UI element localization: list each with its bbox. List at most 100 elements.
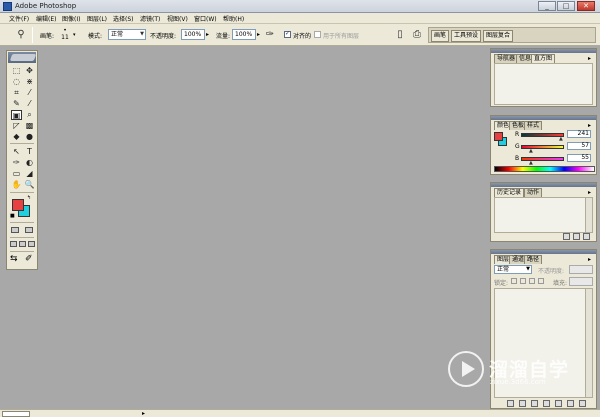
mode-select[interactable]: 正常 ▼ bbox=[108, 29, 146, 40]
flow-arrow-icon[interactable]: ▸ bbox=[257, 31, 260, 38]
jump-to-imageready-icon[interactable]: ⇆ bbox=[10, 254, 18, 264]
brush-picker[interactable]: • 11 bbox=[58, 27, 72, 43]
slider-g-track[interactable] bbox=[521, 145, 564, 149]
fill-input[interactable] bbox=[569, 277, 593, 286]
menu-view[interactable]: 视图(V) bbox=[167, 14, 188, 23]
screen-mode-full-menu-icon[interactable] bbox=[19, 241, 26, 247]
new-document-icon[interactable] bbox=[573, 233, 580, 240]
crop-tool-icon[interactable]: ⌗ bbox=[11, 88, 22, 98]
tab-navigator[interactable]: 导航器 bbox=[494, 54, 519, 63]
opacity-input[interactable]: 100% bbox=[181, 29, 205, 40]
magic-wand-tool-icon[interactable]: ⋇ bbox=[24, 77, 35, 87]
panel-grip[interactable] bbox=[491, 49, 596, 53]
link-layers-icon[interactable] bbox=[507, 400, 514, 407]
lock-position-icon[interactable] bbox=[529, 278, 535, 284]
well-tab-tool-presets[interactable]: 工具预设 bbox=[451, 30, 482, 42]
standard-mode-icon[interactable] bbox=[11, 227, 19, 233]
flow-input[interactable]: 100% bbox=[232, 29, 256, 40]
shape-tool-icon[interactable]: ◐ bbox=[24, 158, 35, 168]
new-layer-icon[interactable] bbox=[567, 400, 574, 407]
maximize-button[interactable]: □ bbox=[557, 1, 575, 11]
close-button[interactable]: ✕ bbox=[577, 1, 595, 11]
slice-tool-icon[interactable]: ⁄ bbox=[24, 88, 35, 98]
slider-g-knob[interactable]: ▲ bbox=[529, 148, 533, 154]
eyedropper-tool-icon[interactable]: ◢ bbox=[24, 169, 35, 179]
marquee-tool-icon[interactable]: ⬚ bbox=[11, 66, 22, 76]
tab-actions[interactable]: 动作 bbox=[524, 188, 543, 197]
layer-opacity-input[interactable] bbox=[569, 265, 593, 274]
toolbox-header[interactable] bbox=[8, 52, 37, 63]
panel-menu-icon[interactable]: ▸ bbox=[588, 256, 591, 263]
menu-select[interactable]: 选择(S) bbox=[113, 14, 134, 23]
pen-tool-icon[interactable]: ✑ bbox=[11, 158, 22, 168]
menu-file[interactable]: 文件(F) bbox=[9, 14, 29, 23]
clone-stamp-tool-icon[interactable]: ▣ bbox=[11, 110, 22, 120]
airbrush-icon[interactable]: ✑ bbox=[263, 28, 277, 42]
menu-image[interactable]: 图像(I) bbox=[62, 14, 80, 23]
panel-grip[interactable] bbox=[491, 183, 596, 187]
move-tool-icon[interactable]: ✥ bbox=[24, 66, 35, 76]
gradient-tool-icon[interactable]: ▩ bbox=[24, 121, 35, 131]
clone-stamp-tool-icon[interactable]: ⚲ bbox=[14, 28, 28, 42]
panel-grip[interactable] bbox=[491, 116, 596, 120]
lasso-tool-icon[interactable]: ◌ bbox=[11, 77, 22, 87]
panel-menu-icon[interactable]: ▸ bbox=[588, 122, 591, 129]
status-arrow-icon[interactable]: ▸ bbox=[142, 410, 145, 417]
new-set-icon[interactable] bbox=[543, 400, 550, 407]
trash-icon[interactable] bbox=[579, 400, 586, 407]
layers-scrollbar[interactable] bbox=[585, 289, 592, 397]
menu-help[interactable]: 帮助(H) bbox=[223, 14, 244, 23]
menu-window[interactable]: 窗口(W) bbox=[194, 14, 217, 23]
slider-b-track[interactable] bbox=[521, 157, 564, 161]
screen-mode-full-icon[interactable] bbox=[28, 241, 35, 247]
slider-g-value[interactable]: 57 bbox=[567, 142, 591, 150]
type-tool-icon[interactable]: T bbox=[24, 147, 35, 157]
well-tab-layer-comps[interactable]: 图层复合 bbox=[483, 30, 514, 42]
eraser-tool-icon[interactable]: ◸ bbox=[11, 121, 22, 131]
menu-layer[interactable]: 图层(L) bbox=[87, 14, 107, 23]
history-scrollbar[interactable] bbox=[585, 198, 592, 232]
tab-history[interactable]: 历史记录 bbox=[494, 188, 525, 197]
menu-edit[interactable]: 编辑(E) bbox=[36, 14, 56, 23]
opacity-arrow-icon[interactable]: ▸ bbox=[206, 31, 209, 38]
dodge-tool-icon[interactable]: ● bbox=[24, 132, 35, 142]
screen-mode-standard-icon[interactable] bbox=[10, 241, 17, 247]
all-layers-checkbox[interactable] bbox=[314, 31, 321, 38]
minimize-button[interactable]: _ bbox=[538, 1, 556, 11]
edit-in-imageready-icon[interactable]: ✐ bbox=[25, 254, 33, 264]
new-snapshot-icon[interactable] bbox=[563, 233, 570, 240]
lock-all-icon[interactable] bbox=[538, 278, 544, 284]
printer-icon[interactable]: ⎙ bbox=[410, 28, 424, 42]
lock-transparent-icon[interactable] bbox=[511, 278, 517, 284]
default-colors-icon[interactable]: ■ bbox=[10, 213, 15, 219]
foreground-color-swatch[interactable] bbox=[12, 199, 24, 211]
layer-style-icon[interactable] bbox=[519, 400, 526, 407]
tab-histogram[interactable]: 直方图 bbox=[531, 54, 556, 63]
color-spectrum-ramp[interactable] bbox=[494, 166, 595, 172]
adjustment-layer-icon[interactable] bbox=[555, 400, 562, 407]
slider-r-track[interactable] bbox=[521, 133, 564, 137]
slider-r-knob[interactable]: ▲ bbox=[559, 136, 563, 142]
color-foreground-swatch[interactable] bbox=[494, 132, 503, 141]
blend-mode-select[interactable]: 正常 ▼ bbox=[494, 265, 532, 274]
swap-colors-icon[interactable]: ↰ bbox=[27, 195, 31, 201]
panel-grip[interactable] bbox=[491, 250, 596, 254]
document-icon[interactable]: ▯ bbox=[393, 28, 407, 42]
hand-tool-icon[interactable]: ✋ bbox=[11, 180, 22, 190]
layer-mask-icon[interactable] bbox=[531, 400, 538, 407]
zoom-field[interactable] bbox=[2, 411, 30, 417]
panel-menu-icon[interactable]: ▸ bbox=[588, 189, 591, 196]
sharpen-tool-icon[interactable]: ◆ bbox=[11, 132, 22, 142]
pencil-tool-icon[interactable]: ⁄ bbox=[24, 99, 35, 109]
chevron-down-icon[interactable]: ▾ bbox=[73, 32, 76, 38]
tab-styles[interactable]: 样式 bbox=[524, 121, 543, 130]
notes-tool-icon[interactable]: ▭ bbox=[11, 169, 22, 179]
panel-menu-icon[interactable]: ▸ bbox=[588, 55, 591, 62]
path-select-tool-icon[interactable]: ↖ bbox=[11, 147, 22, 157]
history-brush-tool-icon[interactable]: ⌕ bbox=[24, 110, 35, 120]
aligned-checkbox[interactable] bbox=[284, 30, 291, 38]
tab-paths[interactable]: 路径 bbox=[524, 255, 543, 264]
trash-icon[interactable] bbox=[583, 233, 590, 240]
quick-mask-icon[interactable] bbox=[25, 227, 33, 233]
brush-tool-icon[interactable]: ✎ bbox=[11, 99, 22, 109]
